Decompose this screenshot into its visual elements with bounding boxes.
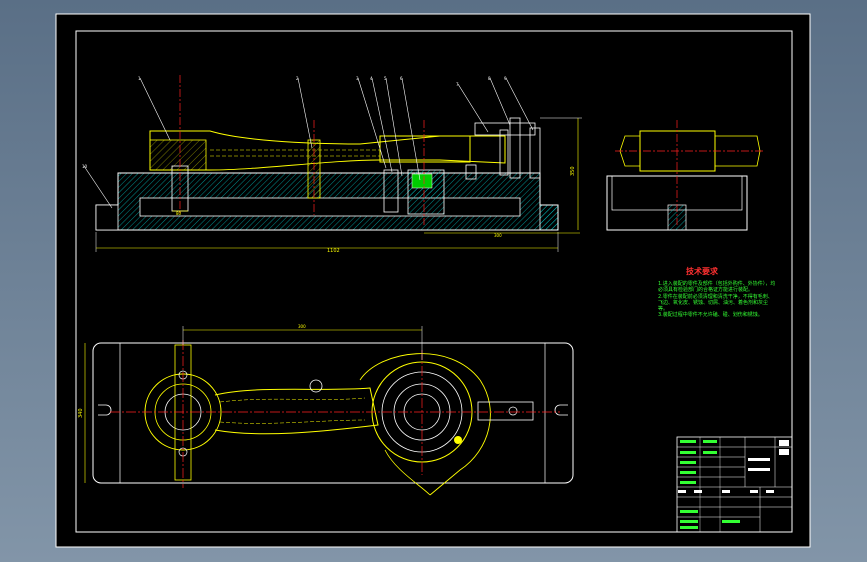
side-view — [606, 120, 765, 231]
plan-view — [84, 326, 574, 496]
dim-small-left: 80 — [176, 211, 182, 216]
dim-small-bottom: 300 — [494, 233, 502, 238]
dim-height-plan: 340 — [78, 408, 84, 418]
front-view — [83, 75, 582, 252]
tech-note: 3.装配过程中零件不允许磕、碰、划伤和锈蚀。 — [658, 312, 763, 319]
cad-viewport: 1102 350 300 80 300 340 1 2 3 4 5 6 7 8 … — [0, 0, 867, 562]
dim-height: 350 — [570, 166, 576, 176]
dim-overall-length: 1102 — [327, 248, 340, 254]
title-block — [676, 436, 793, 533]
callout-10: 10 — [82, 164, 88, 169]
tech-requirements-notes: 1.进入装配的零件及部件（包括外购件、外协件），均必须具有检验部门的合格证方能进… — [658, 281, 776, 319]
callout-8: 8 — [488, 76, 491, 81]
tech-note: 1.进入装配的零件及部件（包括外购件、外协件），均必须具有检验部门的合格证方能进… — [658, 281, 776, 294]
tech-requirements-title: 技术要求 — [686, 267, 718, 276]
dim-top-plan: 300 — [298, 324, 306, 329]
tech-note: 2.零件在装配前必须清理和清洗干净，不得有毛刺、飞边、氧化皮、锈蚀、切屑、油污、… — [658, 293, 773, 313]
